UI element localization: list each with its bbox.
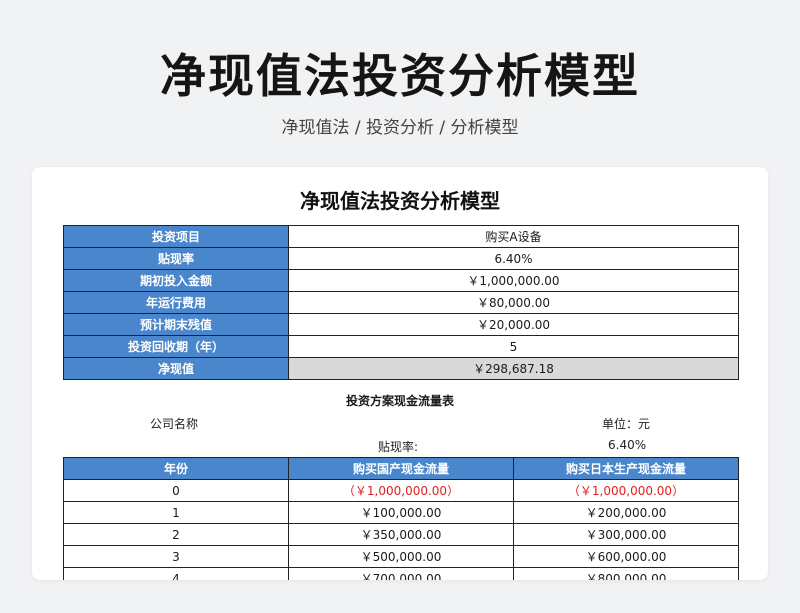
param-value[interactable]: 5 — [288, 335, 739, 358]
page-subtitle: 净现值法 / 投资分析 / 分析模型 — [281, 118, 519, 138]
year-cell[interactable]: 4 — [63, 567, 289, 580]
param-row: 贴现率 6.40% — [63, 247, 739, 270]
cashflow-header-row: 年份 购买国产现金流量 购买日本生产现金流量 — [63, 457, 739, 480]
param-row: 年运行费用 ￥80,000.00 — [63, 291, 739, 314]
cashflow-title: 投资方案现金流量表 — [345, 394, 454, 408]
npv-row: 净现值 ￥298,687.18 — [63, 357, 739, 380]
table-row: 1 ￥100,000.00 ￥200,000.00 — [63, 501, 739, 524]
table-row: 3 ￥500,000.00 ￥600,000.00 — [63, 545, 739, 568]
japan-cell[interactable]: ￥600,000.00 — [513, 545, 739, 568]
column-header-year[interactable]: 年份 — [63, 457, 289, 480]
param-row: 预计期末残值 ￥20,000.00 — [63, 313, 739, 336]
param-row: 期初投入金额 ￥1,000,000.00 — [63, 269, 739, 292]
year-cell[interactable]: 2 — [63, 523, 289, 546]
column-header-domestic[interactable]: 购买国产现金流量 — [288, 457, 514, 480]
domestic-cell[interactable]: ￥350,000.00 — [288, 523, 514, 546]
japan-cell[interactable]: ￥800,000.00 — [513, 567, 739, 580]
param-row: 投资回收期（年） 5 — [63, 335, 739, 358]
japan-cell[interactable]: ￥300,000.00 — [513, 523, 739, 546]
cashflow-table: 年份 购买国产现金流量 购买日本生产现金流量 0 （￥1,000,000.00）… — [63, 457, 739, 580]
param-value[interactable]: ￥20,000.00 — [288, 313, 739, 336]
param-value[interactable]: ￥80,000.00 — [288, 291, 739, 314]
company-name-label[interactable]: 公司名称 — [150, 415, 198, 432]
param-value[interactable]: ￥1,000,000.00 — [288, 269, 739, 292]
npv-value[interactable]: ￥298,687.18 — [288, 357, 739, 380]
japan-cell[interactable]: （￥1,000,000.00） — [513, 479, 739, 502]
domestic-cell[interactable]: （￥1,000,000.00） — [288, 479, 514, 502]
rate-label[interactable]: 贴现率: — [378, 438, 418, 455]
param-label[interactable]: 期初投入金额 — [63, 269, 289, 292]
param-row: 投资项目 购买A设备 — [63, 225, 739, 248]
parameter-table: 投资项目 购买A设备 贴现率 6.40% 期初投入金额 ￥1,000,000.0… — [63, 225, 739, 380]
table-row: 0 （￥1,000,000.00） （￥1,000,000.00） — [63, 479, 739, 502]
param-label[interactable]: 预计期末残值 — [63, 313, 289, 336]
npv-label[interactable]: 净现值 — [63, 357, 289, 380]
table-row: 2 ￥350,000.00 ￥300,000.00 — [63, 523, 739, 546]
param-label[interactable]: 年运行费用 — [63, 291, 289, 314]
param-value[interactable]: 6.40% — [288, 247, 739, 270]
param-value[interactable]: 购买A设备 — [288, 225, 739, 248]
param-label[interactable]: 投资项目 — [63, 225, 289, 248]
spreadsheet-card: 净现值法投资分析模型 投资项目 购买A设备 贴现率 6.40% 期初投入金额 ￥… — [32, 167, 768, 580]
param-label[interactable]: 投资回收期（年） — [63, 335, 289, 358]
year-cell[interactable]: 0 — [63, 479, 289, 502]
rate-value[interactable]: 6.40% — [608, 438, 646, 452]
japan-cell[interactable]: ￥200,000.00 — [513, 501, 739, 524]
table-row: 4 ￥700,000.00 ￥800,000.00 — [63, 567, 739, 580]
column-header-japan[interactable]: 购买日本生产现金流量 — [513, 457, 739, 480]
unit-label[interactable]: 单位：元 — [602, 415, 650, 432]
domestic-cell[interactable]: ￥500,000.00 — [288, 545, 514, 568]
sheet-title: 净现值法投资分析模型 — [300, 189, 500, 213]
year-cell[interactable]: 3 — [63, 545, 289, 568]
year-cell[interactable]: 1 — [63, 501, 289, 524]
domestic-cell[interactable]: ￥100,000.00 — [288, 501, 514, 524]
page-title: 净现值法投资分析模型 — [160, 49, 640, 103]
param-label[interactable]: 贴现率 — [63, 247, 289, 270]
domestic-cell[interactable]: ￥700,000.00 — [288, 567, 514, 580]
